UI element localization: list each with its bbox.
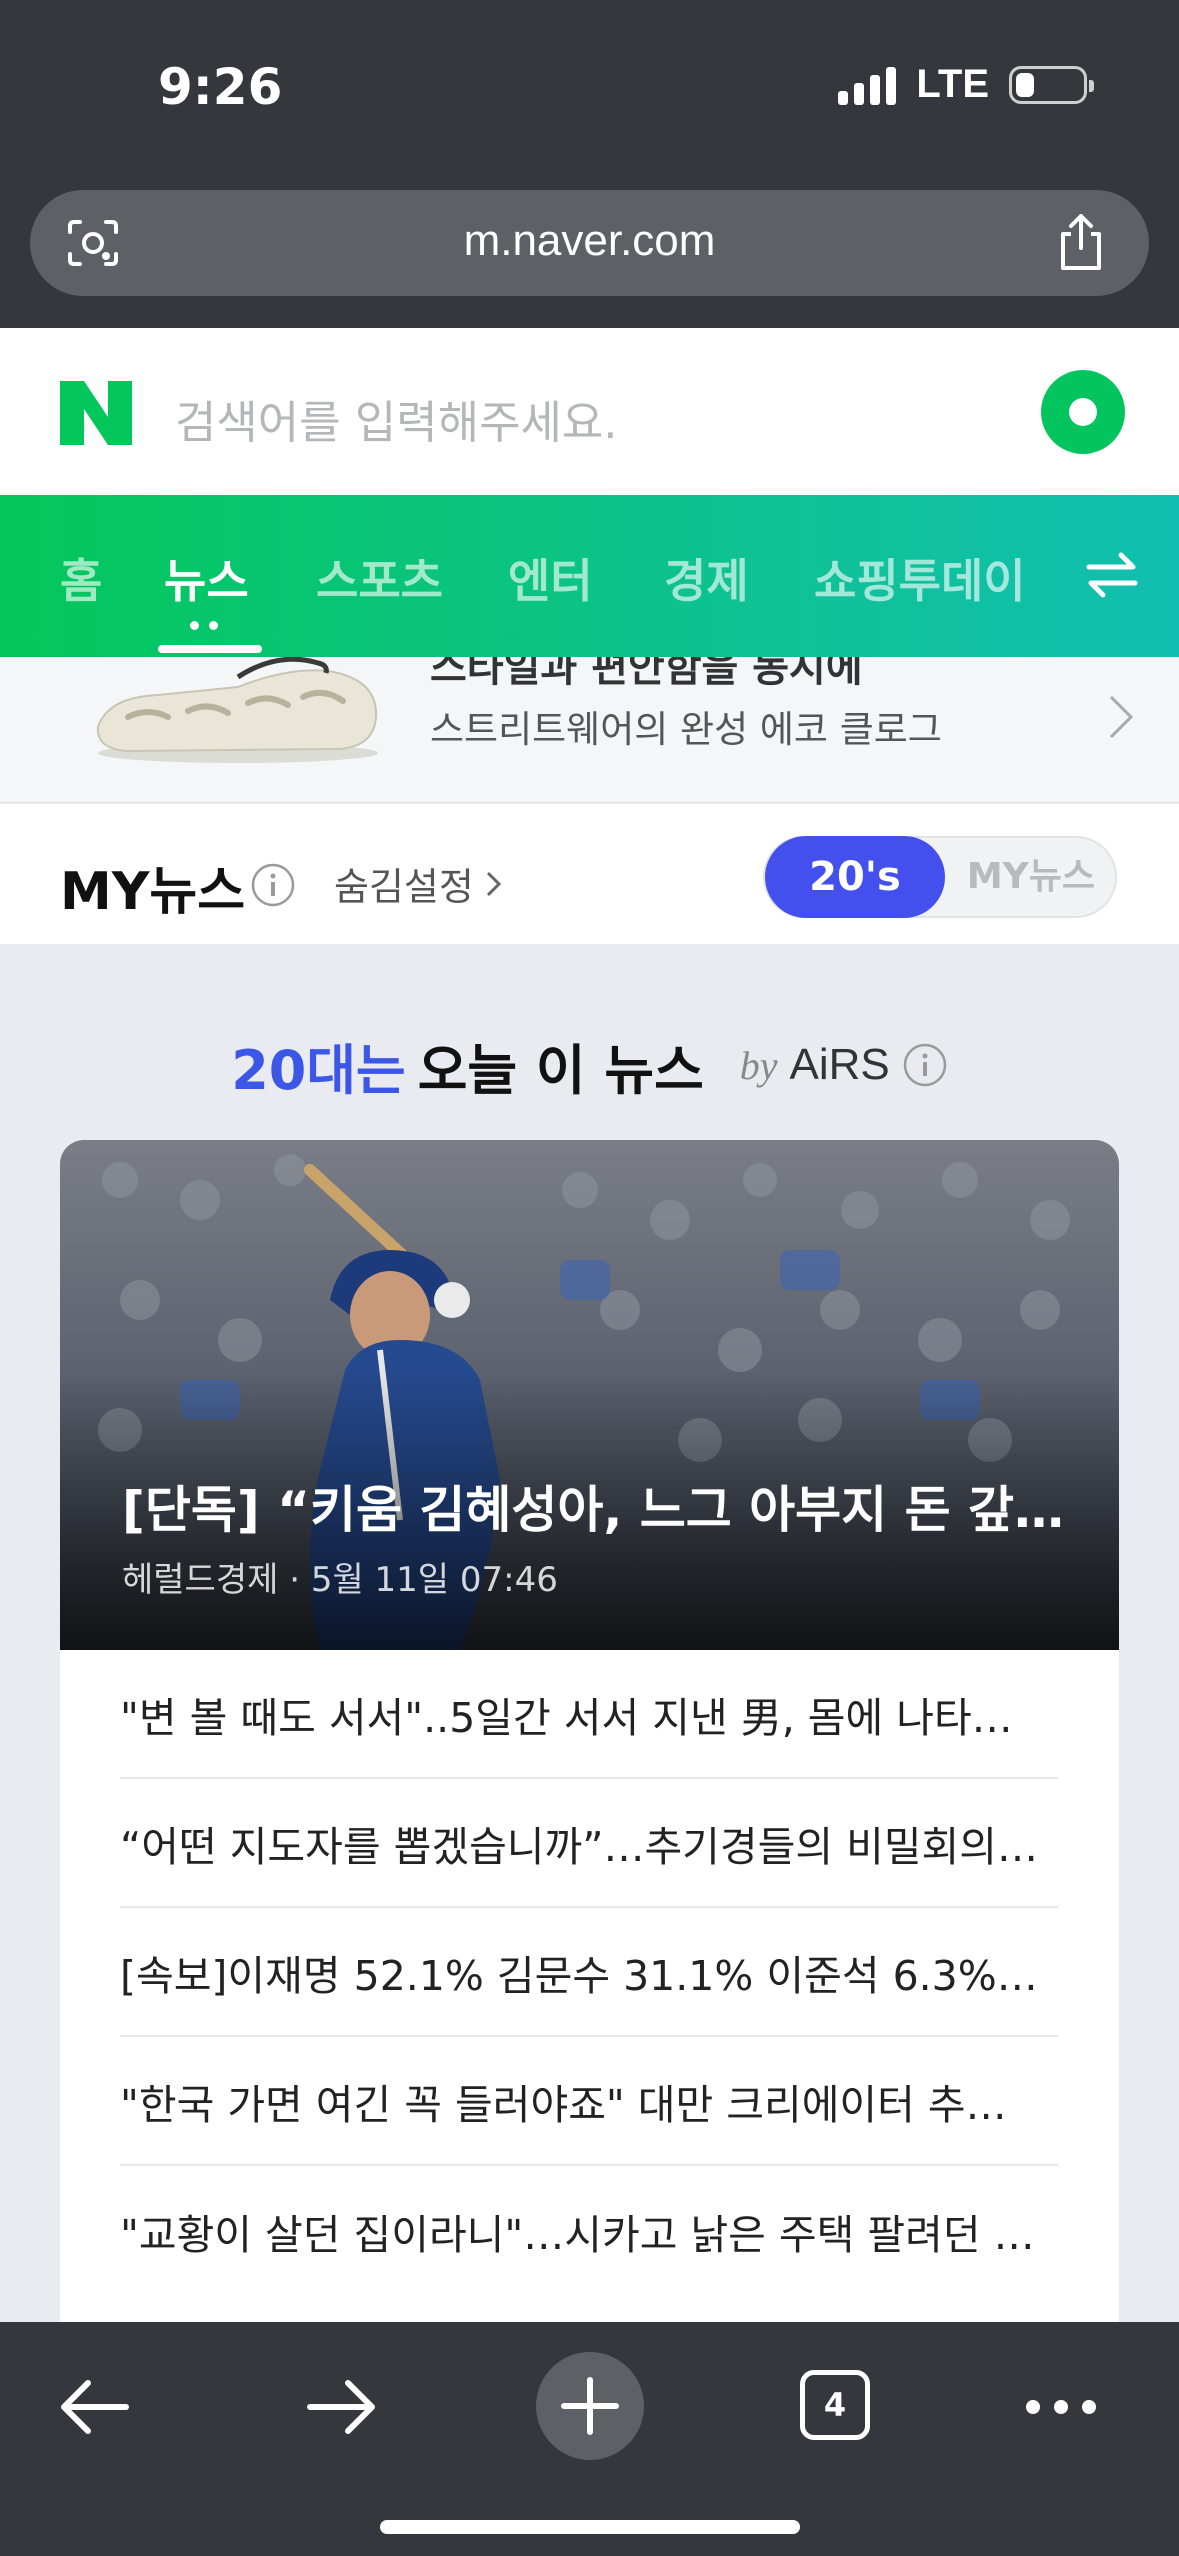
home-indicator (380, 2520, 800, 2534)
hide-setting-link[interactable]: 숨김설정 (334, 856, 504, 911)
news-list: "변 볼 때도 서서"..5일간 서서 지낸 男, 몸에 나타… “어떤 지도자… (120, 1650, 1058, 2295)
list-item[interactable]: "교황이 살던 집이라니"…시카고 낡은 주택 팔려던 … (120, 2166, 1058, 2295)
tabs-button[interactable]: 4 (800, 2370, 870, 2440)
url-text[interactable]: m.naver.com (30, 216, 1149, 266)
toggle-20s[interactable]: 20's (765, 836, 945, 918)
tab-sports[interactable]: 스포츠 (316, 545, 443, 611)
ad-banner[interactable]: 스타일과 편안함을 동시에 스트리트웨어의 완성 에코 클로그 (0, 657, 1179, 803)
article-title[interactable]: "교황이 살던 집이라니"…시카고 낡은 주택 팔려던 … (120, 2201, 1035, 2261)
section-heading: 20대는 오늘 이 뉴스 by AiRS (0, 1030, 1179, 1102)
article-title[interactable]: "한국 가면 여긴 꼭 들러야죠" 대만 크리에이터 추… (120, 2071, 1007, 2131)
hide-setting-label: 숨김설정 (334, 865, 474, 909)
hero-article[interactable]: [단독] “키움 김혜성아, 느그 아부지 돈 갚으… 헤럴드경제 · 5월 1… (60, 1140, 1119, 1650)
more-icon[interactable] (1016, 2362, 1106, 2452)
list-item[interactable]: “어떤 지도자를 뽑겠습니까”…추기경들의 비밀회의… (120, 1779, 1058, 1908)
list-item[interactable]: "변 볼 때도 서서"..5일간 서서 지낸 男, 몸에 나타… (120, 1650, 1058, 1779)
article-title[interactable]: "변 볼 때도 서서"..5일간 서서 지낸 男, 몸에 나타… (120, 1684, 1013, 1744)
heading-by: by (739, 1042, 778, 1088)
tab-home[interactable]: 홈 (60, 545, 102, 611)
status-time: 9:26 (158, 58, 283, 116)
list-item[interactable]: [속보]이재명 52.1% 김문수 31.1% 이준석 6.3%… (120, 1908, 1058, 2037)
heading-highlight: 20대는 (231, 1038, 406, 1102)
browser-toolbar: 4 (0, 2322, 1179, 2556)
info-icon[interactable] (902, 1042, 948, 1088)
battery-icon (1009, 65, 1094, 104)
tab-economy[interactable]: 경제 (664, 545, 749, 611)
clog-shoe-image (96, 657, 378, 763)
search-header: 검색어를 입력해주세요. (0, 328, 1179, 495)
mynews-bar: MY뉴스 숨김설정 20's MY뉴스 (0, 804, 1179, 944)
article-title[interactable]: [속보]이재명 52.1% 김문수 31.1% 이준석 6.3%… (120, 1942, 1038, 2002)
tab-news[interactable]: 뉴스 (164, 545, 249, 611)
naver-logo[interactable] (60, 381, 132, 445)
browser-top-bar: 9:26 LTE m.naver.com (0, 0, 1179, 328)
list-item[interactable]: "한국 가면 여긴 꼭 들러야죠" 대만 크리에이터 추… (120, 2037, 1058, 2166)
ad-subtitle: 스트리트웨어의 완성 에코 클로그 (430, 708, 942, 751)
article-title[interactable]: “어떤 지도자를 뽑겠습니까”…추기경들의 비밀회의… (120, 1813, 1038, 1873)
tab-indicator-dots (190, 621, 218, 630)
active-tab-underline (158, 645, 262, 653)
tab-shopping-today[interactable]: 쇼핑투데이 (814, 545, 1026, 611)
heading-text: 오늘 이 뉴스 (417, 1038, 704, 1102)
forward-arrow-icon[interactable] (296, 2362, 386, 2452)
status-indicators: LTE (838, 62, 1094, 107)
back-arrow-icon[interactable] (50, 2362, 140, 2452)
mynews-title: MY뉴스 (60, 862, 246, 922)
hero-title[interactable]: [단독] “키움 김혜성아, 느그 아부지 돈 갚으… (122, 1470, 1082, 1542)
chevron-right-icon (1109, 695, 1134, 739)
signal-icon (838, 65, 897, 105)
category-tabs: 홈 뉴스 스포츠 엔터 경제 쇼핑투데이 (0, 495, 1179, 657)
address-bar[interactable]: m.naver.com (30, 190, 1149, 296)
green-dot-icon[interactable] (1041, 370, 1125, 454)
hero-meta: 헤럴드경제 · 5월 11일 07:46 (122, 1560, 558, 1600)
ad-title: 스타일과 편안함을 동시에 (430, 657, 863, 691)
share-icon[interactable] (1053, 212, 1109, 272)
tab-entertainment[interactable]: 엔터 (508, 545, 593, 611)
swap-icon[interactable] (1085, 547, 1139, 603)
toggle-mynews[interactable]: MY뉴스 (967, 838, 1095, 916)
airs-brand: AiRS (789, 1040, 890, 1089)
news-mode-toggle[interactable]: 20's MY뉴스 (763, 836, 1117, 918)
search-input[interactable]: 검색어를 입력해주세요. (175, 386, 618, 451)
info-icon[interactable] (250, 862, 296, 908)
new-tab-button[interactable] (536, 2352, 644, 2460)
plus-icon (561, 2377, 619, 2435)
network-label: LTE (916, 62, 989, 106)
chevron-right-icon (486, 871, 501, 896)
